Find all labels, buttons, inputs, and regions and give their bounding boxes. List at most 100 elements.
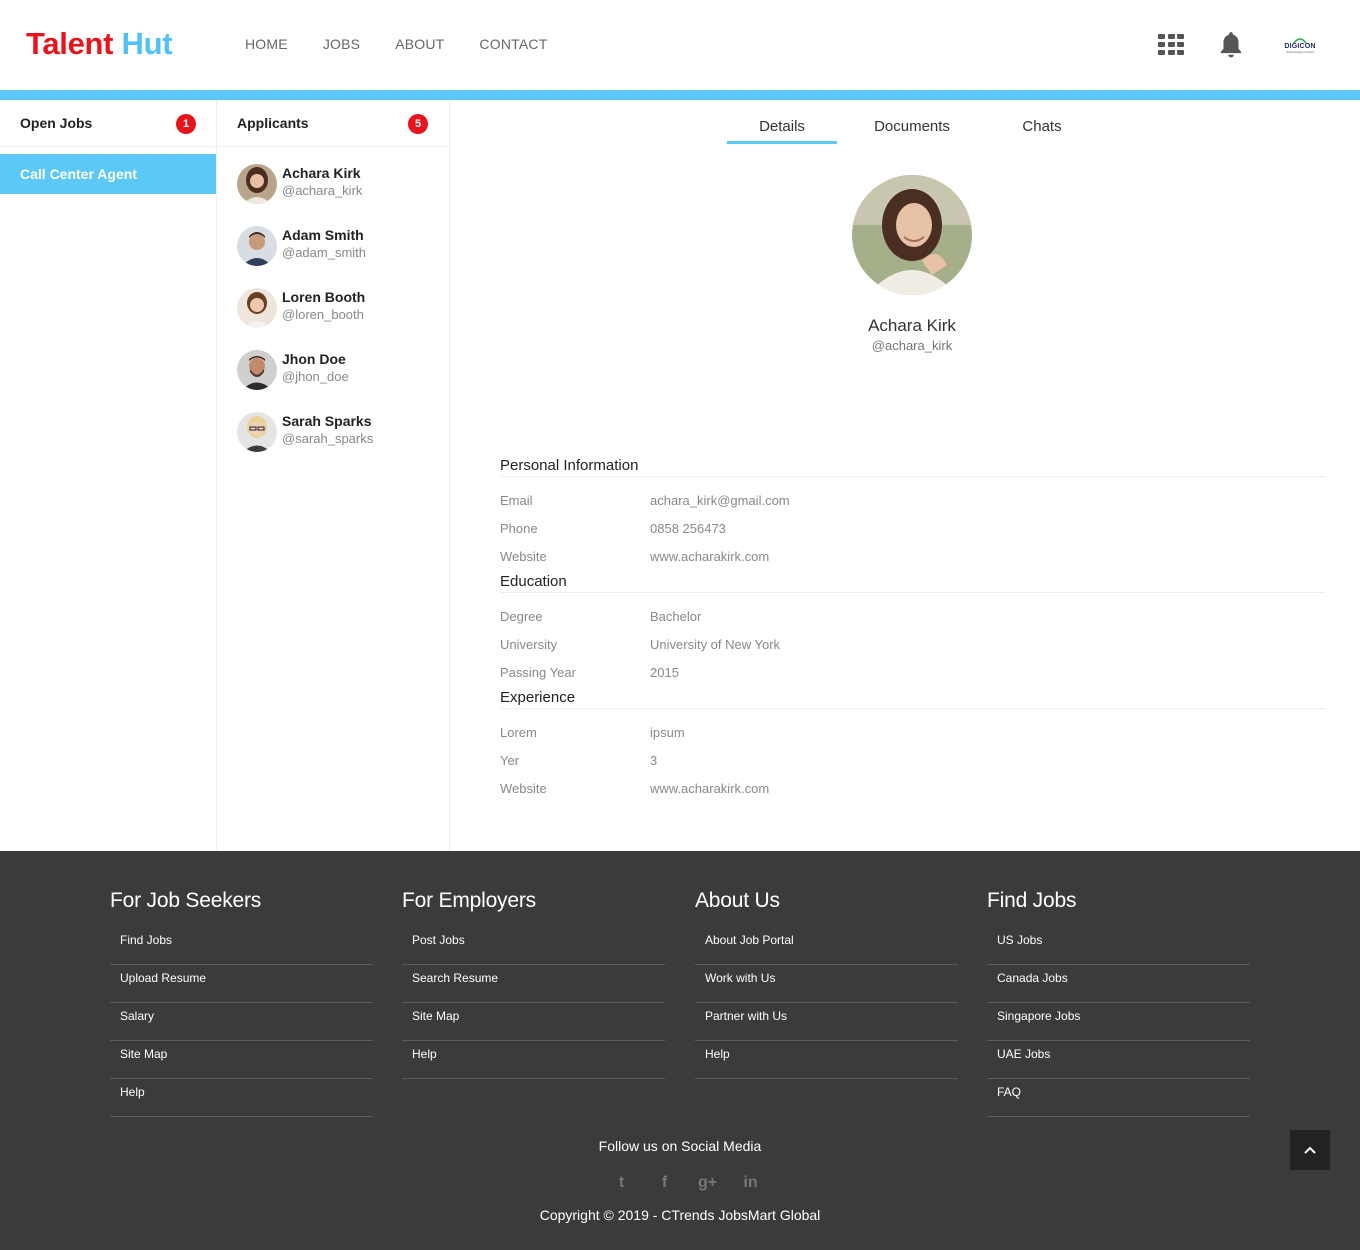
company-logo[interactable]: DIGICON Technologies Limited: [1278, 29, 1322, 61]
footer-link[interactable]: Upload Resume: [110, 965, 373, 1003]
social-links: t f g+ in: [600, 1174, 772, 1192]
applicant-item[interactable]: Achara Kirk @achara_kirk: [237, 164, 447, 214]
applicant-name: Adam Smith: [282, 227, 364, 243]
field-value-degree: Bachelor: [650, 609, 702, 624]
section-title-personal: Personal Information: [500, 457, 639, 474]
footer-link[interactable]: Find Jobs: [110, 927, 373, 965]
section-divider: [500, 476, 1325, 477]
footer-column-employers: For Employers Post Jobs Search Resume Si…: [402, 889, 665, 1079]
nav-home[interactable]: HOME: [245, 36, 288, 52]
applicant-item[interactable]: Sarah Sparks @sarah_sparks: [237, 412, 447, 462]
field-label-website: Website: [500, 781, 547, 796]
footer-link[interactable]: FAQ: [987, 1079, 1250, 1117]
footer-link[interactable]: Site Map: [110, 1041, 373, 1079]
footer-link[interactable]: UAE Jobs: [987, 1041, 1250, 1079]
avatar: [237, 350, 277, 390]
footer-link[interactable]: Salary: [110, 1003, 373, 1041]
footer-link[interactable]: Work with Us: [695, 965, 958, 1003]
profile-avatar: [852, 175, 972, 295]
avatar: [237, 164, 277, 204]
applicant-name: Jhon Doe: [282, 351, 346, 367]
footer-link[interactable]: Partner with Us: [695, 1003, 958, 1041]
facebook-icon[interactable]: f: [643, 1174, 686, 1192]
nav-about[interactable]: ABOUT: [395, 36, 444, 52]
field-value-website: www.acharakirk.com: [650, 549, 770, 564]
field-label-university: University: [500, 637, 558, 652]
field-value-website: www.acharakirk.com: [650, 781, 770, 796]
footer-link[interactable]: Search Resume: [402, 965, 665, 1003]
job-item-label: Call Center Agent: [20, 166, 137, 182]
nav-contact[interactable]: CONTACT: [479, 36, 547, 52]
google-plus-icon[interactable]: g+: [686, 1174, 729, 1192]
field-label-lorem: Lorem: [500, 725, 537, 740]
grid-icon[interactable]: [1158, 34, 1184, 56]
field-value-passing-year: 2015: [650, 665, 679, 680]
applicant-item[interactable]: Loren Booth @loren_booth: [237, 288, 447, 338]
applicant-name: Achara Kirk: [282, 165, 361, 181]
section-title-experience: Experience: [500, 689, 576, 706]
footer-column-about-us: About Us About Job Portal Work with Us P…: [695, 889, 958, 1079]
footer-link[interactable]: Site Map: [402, 1003, 665, 1041]
footer-column-title: For Employers: [402, 889, 536, 912]
bell-icon[interactable]: [1218, 31, 1244, 58]
company-logo-subtext: Technologies Limited: [1285, 49, 1315, 54]
copyright-text: Copyright © 2019 - CTrends JobsMart Glob…: [539, 1207, 821, 1223]
scroll-to-top-button[interactable]: [1290, 1130, 1330, 1170]
applicant-details-panel: Details Documents Chats Achara Kirk @ach…: [450, 100, 1360, 851]
nav-jobs[interactable]: JOBS: [323, 36, 360, 52]
avatar: [237, 412, 277, 452]
footer-column-find-jobs: Find Jobs US Jobs Canada Jobs Singapore …: [987, 889, 1250, 1117]
footer-link[interactable]: US Jobs: [987, 927, 1250, 965]
applicant-item[interactable]: Adam Smith @adam_smith: [237, 226, 447, 276]
company-logo-text: DIGICON: [1284, 42, 1316, 50]
applicant-item[interactable]: Jhon Doe @jhon_doe: [237, 350, 447, 400]
footer-link[interactable]: Canada Jobs: [987, 965, 1250, 1003]
avatar: [237, 288, 277, 328]
field-label-website: Website: [500, 549, 547, 564]
section-title-education: Education: [500, 573, 567, 590]
linkedin-icon[interactable]: in: [729, 1174, 772, 1192]
footer-column-title: Find Jobs: [987, 889, 1077, 912]
footer-link[interactable]: Post Jobs: [402, 927, 665, 965]
footer-column-job-seekers: For Job Seekers Find Jobs Upload Resume …: [110, 889, 373, 1117]
open-jobs-count-badge: 1: [176, 114, 196, 134]
open-jobs-panel: Open Jobs 1 Call Center Agent: [0, 100, 217, 851]
top-header: Talent Hut HOME JOBS ABOUT CONTACT DIGIC…: [0, 0, 1360, 90]
section-divider: [500, 592, 1325, 593]
footer-column-title: For Job Seekers: [110, 889, 262, 912]
applicant-handle: @sarah_sparks: [282, 431, 374, 446]
open-jobs-title: Open Jobs: [20, 115, 93, 131]
chevron-up-icon: [1304, 1146, 1316, 1154]
field-label-passing-year: Passing Year: [500, 665, 576, 680]
applicants-header: Applicants 5: [217, 100, 449, 147]
twitter-icon[interactable]: t: [600, 1174, 643, 1192]
brand-part1: Talent: [26, 26, 114, 61]
field-label-years: Yer: [500, 753, 520, 768]
brand-logo[interactable]: Talent Hut: [26, 26, 173, 62]
footer-link[interactable]: Help: [695, 1041, 958, 1079]
applicants-title: Applicants: [237, 115, 309, 131]
footer-link[interactable]: Singapore Jobs: [987, 1003, 1250, 1041]
footer-link[interactable]: About Job Portal: [695, 927, 958, 965]
tab-chats[interactable]: Chats: [987, 118, 1097, 144]
job-item-call-center-agent[interactable]: Call Center Agent: [0, 154, 216, 194]
applicants-panel: Applicants 5 Achara Kirk @achara_kirk Ad…: [217, 100, 450, 851]
brand-part2: Hut: [121, 26, 173, 61]
footer-link[interactable]: Help: [110, 1079, 373, 1117]
tab-details[interactable]: Details: [727, 118, 837, 144]
header-accent-bar: [0, 90, 1360, 100]
field-value-lorem: ipsum: [650, 725, 685, 740]
field-value-university: University of New York: [650, 637, 781, 652]
main-nav: HOME JOBS ABOUT CONTACT: [245, 36, 582, 52]
profile-name: Achara Kirk: [868, 316, 956, 335]
site-footer: For Job Seekers Find Jobs Upload Resume …: [0, 851, 1360, 1250]
field-label-email: Email: [500, 493, 533, 508]
footer-link[interactable]: Help: [402, 1041, 665, 1079]
avatar: [237, 226, 277, 266]
applicant-handle: @loren_booth: [282, 307, 364, 322]
profile-handle: @achara_kirk: [871, 338, 953, 353]
tab-documents[interactable]: Documents: [837, 118, 987, 144]
field-value-phone: 0858 256473: [650, 521, 726, 536]
field-value-years: 3: [650, 753, 658, 768]
applicant-name: Loren Booth: [282, 289, 366, 305]
